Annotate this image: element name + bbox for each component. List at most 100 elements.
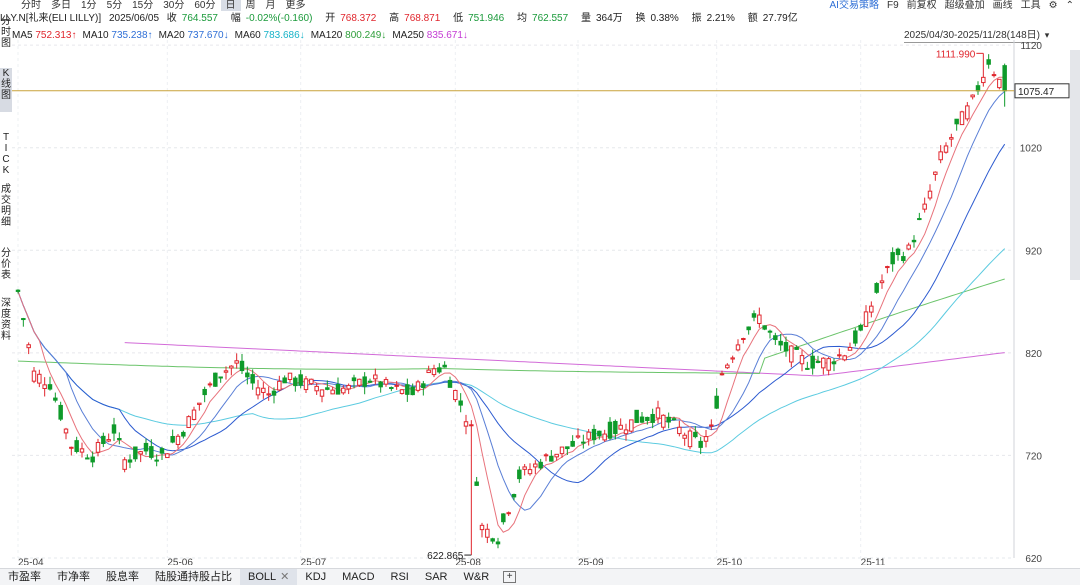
indicator-tab-8[interactable]: SAR (417, 569, 456, 585)
candle-up (554, 453, 559, 458)
period-tab-6[interactable]: 60分 (189, 0, 220, 11)
close-label: 收 (166, 13, 177, 24)
indicator-tabs: 市盈率 市净率 股息率 陆股通持股占比 BOLL ✕ KDJ MACD RSI SAR W&R + (0, 568, 1080, 585)
candle-down (47, 384, 53, 390)
side-tab-1[interactable]: K 线 图 (0, 68, 12, 112)
candle-down (117, 438, 122, 441)
candle-up (682, 434, 687, 439)
indicator-tab-1[interactable]: 市净率 (49, 569, 98, 585)
candle-up (330, 389, 335, 395)
period-tab-7[interactable]: 日 (220, 0, 241, 11)
period-tab-0[interactable]: 分时 (16, 0, 46, 11)
candle-up (885, 266, 890, 269)
range-dropdown-icon[interactable]: ▾ (1042, 30, 1052, 40)
indicator-tab-6[interactable]: MACD (334, 569, 382, 585)
candle-up (506, 512, 511, 515)
period-tab-2[interactable]: 1分 (76, 0, 102, 11)
candle-down (1002, 65, 1007, 92)
ma120-line (17, 278, 1005, 375)
period-tab-9[interactable]: 月 (261, 0, 281, 11)
candle-up (837, 354, 842, 357)
candle-down (911, 239, 917, 243)
candle-up (255, 387, 261, 396)
candle-up (661, 414, 666, 428)
candle-up (586, 431, 591, 440)
side-tab-3[interactable]: 成 交 明 细 (0, 184, 12, 240)
indicator-tab-5[interactable]: KDJ (297, 569, 334, 585)
candle-down (751, 313, 757, 318)
candle-up (79, 448, 85, 453)
candle-down (159, 448, 165, 454)
candle-down (213, 372, 218, 387)
period-tab-4[interactable]: 15分 (127, 0, 158, 11)
indicator-tab-0[interactable]: 市盈率 (0, 569, 49, 585)
candle-down (901, 256, 906, 262)
candle-down (917, 218, 922, 221)
forward-adjust-button[interactable]: 前复权 (907, 0, 937, 11)
side-tab-5[interactable]: 深 度 资 料 (0, 298, 12, 358)
candle-up (730, 357, 735, 360)
period-tab-8[interactable]: 周 (241, 0, 261, 11)
candle-down (74, 440, 79, 452)
candle-up (234, 360, 239, 364)
turnover-value: 0.38% (650, 13, 679, 24)
candle-down (698, 440, 703, 448)
side-tab-4[interactable]: 分 价 表 (0, 248, 12, 290)
indicator-tab-3[interactable]: 陆股通持股占比 (147, 569, 240, 585)
candle-up (997, 78, 1002, 89)
draw-line-button[interactable]: 画线 (993, 0, 1013, 11)
candle-up (970, 94, 975, 98)
period-tab-3[interactable]: 5分 (102, 0, 128, 11)
candle-up (821, 357, 826, 369)
indicator-tab-label: 市净率 (57, 571, 90, 583)
ai-strategy-button[interactable]: AI交易策略 (830, 0, 879, 11)
period-tab-1[interactable]: 多日 (46, 0, 76, 11)
candle-up (789, 345, 794, 363)
period-tab-5[interactable]: 30分 (158, 0, 189, 11)
kline-chart[interactable]: 620 720 820 920 1020 1120 25-04 25-06 25-07 25-08… (12, 40, 1070, 565)
settings-gear-icon[interactable]: ⚙ (1049, 0, 1058, 11)
indicator-tab-label: 市盈率 (8, 571, 41, 583)
add-indicator-icon[interactable]: + (503, 571, 517, 583)
candle-up (373, 374, 378, 380)
candle-down (282, 377, 287, 384)
candle-up (463, 421, 469, 427)
candle-down (271, 390, 277, 396)
indicator-tab-4[interactable]: BOLL ✕ (240, 569, 298, 585)
candle-down (570, 440, 575, 447)
amount-label: 额 (747, 13, 758, 24)
candle-up (677, 426, 682, 435)
candle-up (719, 373, 725, 376)
candle-down (389, 387, 394, 390)
top-toolbar: 分时 多日 1分 5分 15分 30分 60分日周月更多 AI交易策略 F9 前复权 超级叠… (0, 0, 1080, 12)
ma10-line (17, 91, 1006, 511)
y-tick-label: 920 (1025, 246, 1042, 257)
candle-down (815, 360, 821, 363)
tools-button[interactable]: 工具 (1021, 0, 1041, 11)
right-scroll-handle[interactable] (1070, 50, 1080, 280)
kline-chart-svg[interactable]: 6207208209201020112025-04 25-06 25-07 25-08… (12, 40, 1070, 565)
candle-up (341, 387, 346, 394)
super-overlay-button[interactable]: 超级叠加 (945, 0, 985, 11)
collapse-up-icon[interactable]: ⌃ (1066, 0, 1074, 11)
candle-up (527, 469, 533, 475)
candle-down (890, 252, 895, 265)
candle-up (266, 393, 271, 396)
candle-down (490, 538, 495, 542)
close-icon[interactable]: ✕ (280, 571, 289, 583)
candle-up (869, 305, 874, 313)
side-tab-2[interactable]: T I C K (0, 132, 12, 182)
f9-button[interactable]: F9 (887, 0, 899, 11)
x-tick-label: 25-09 (578, 557, 604, 565)
indicator-tab-2[interactable]: 股息率 (98, 569, 147, 585)
side-tab-0[interactable]: 分 时 图 (0, 16, 12, 56)
candle-down (53, 397, 58, 401)
indicator-tab-7[interactable]: RSI (383, 569, 417, 585)
candle-up (453, 389, 458, 401)
period-tab-10[interactable]: 更多 (281, 0, 311, 11)
candle-up (991, 74, 997, 77)
high-value: 768.871 (404, 13, 441, 24)
amplitude-value: 2.21% (706, 13, 735, 24)
candle-up (703, 436, 709, 442)
indicator-tab-9[interactable]: W&R (456, 569, 498, 585)
